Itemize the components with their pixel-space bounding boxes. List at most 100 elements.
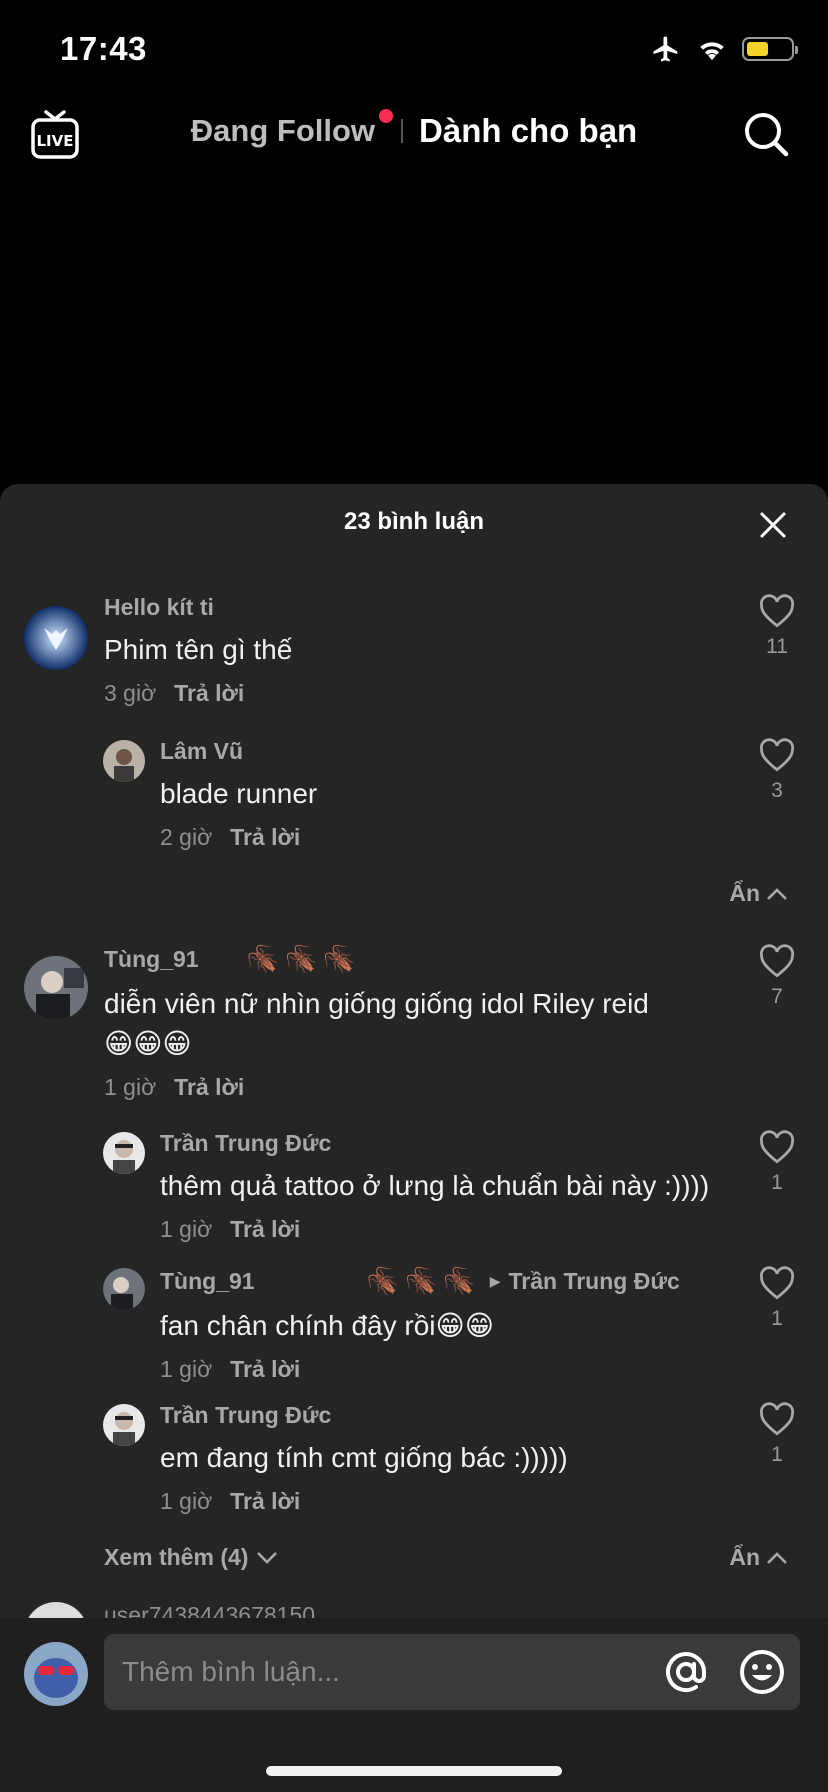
like-count: 1	[771, 1443, 783, 1466]
comment-input-bar: Thêm bình luận...	[0, 1618, 828, 1792]
battery-icon	[742, 37, 798, 61]
chevron-up-icon	[767, 887, 787, 900]
user-avatar[interactable]	[24, 1642, 88, 1706]
comment-username[interactable]: Hello kít ti	[104, 594, 292, 621]
comment-meta: 1 giờ Trả lời	[160, 1488, 568, 1515]
reply-button[interactable]: Trả lời	[174, 1074, 244, 1101]
view-more-label: Xem thêm (4)	[104, 1544, 249, 1570]
comment-body: Tùng_91 🪳🪳🪳 ▶ Trần Trung Đức fan chân ch…	[160, 1266, 680, 1383]
comment-meta: 1 giờ Trả lời	[160, 1356, 680, 1383]
comment-text: Phim tên gì thế	[104, 634, 293, 665]
comment-body: Trần Trung Đức em đang tính cmt giống bá…	[160, 1402, 568, 1515]
hide-label: Ẩn	[729, 1544, 760, 1570]
comment-time: 1 giờ	[160, 1488, 213, 1514]
avatar[interactable]	[103, 1268, 145, 1310]
badge-icons: 🪳🪳🪳	[366, 1266, 482, 1296]
comment-username-row: Tùng_91 🪳🪳🪳 ▶ Trần Trung Đức	[160, 1266, 680, 1297]
avatar[interactable]	[103, 1132, 145, 1174]
heart-icon	[759, 1402, 795, 1436]
like-count: 1	[771, 1171, 783, 1194]
status-icons	[650, 34, 798, 64]
comment-body: Trần Trung Đức thêm quả tattoo ở lưng là…	[160, 1130, 709, 1243]
comment-input[interactable]: Thêm bình luận...	[104, 1634, 800, 1710]
reply-button[interactable]: Trả lời	[230, 1488, 300, 1515]
comment-body: Lâm Vũ blade runner 2 giờ Trả lời	[160, 738, 317, 851]
avatar[interactable]	[103, 1404, 145, 1446]
status-bar: 17:43	[0, 0, 828, 100]
reply-arrow-icon: ▶	[489, 1273, 501, 1289]
comment-username[interactable]: Tùng_91	[160, 1268, 255, 1295]
like-button[interactable]: 11	[756, 594, 798, 659]
view-more-replies-button[interactable]: Xem thêm (4)	[104, 1544, 278, 1571]
badge-icons: 🪳🪳🪳	[246, 944, 362, 974]
comment-text: fan chân chính đây rồi😁😁	[160, 1310, 494, 1341]
chevron-up-icon	[767, 1551, 787, 1564]
emoji-icon[interactable]	[738, 1648, 786, 1696]
comment-count-title: 23 bình luận	[343, 508, 484, 535]
hide-replies-button[interactable]: Ẩn	[729, 880, 788, 907]
like-count: 1	[771, 1307, 783, 1330]
status-time: 17:43	[60, 30, 147, 67]
reply-button[interactable]: Trả lời	[174, 680, 244, 707]
avatar[interactable]	[103, 740, 145, 782]
like-count: 7	[771, 985, 783, 1008]
top-nav: LIVE Đang Follow Dành cho bạn	[0, 100, 828, 168]
chevron-down-icon	[257, 1551, 278, 1564]
comment-username-row: Tùng_91 🪳🪳🪳	[104, 944, 649, 975]
reply-button[interactable]: Trả lời	[230, 824, 300, 851]
tab-for-you[interactable]: Dành cho bạn	[419, 112, 637, 150]
heart-icon	[759, 738, 795, 772]
comment-username[interactable]: Lâm Vũ	[160, 738, 317, 765]
tab-divider	[401, 119, 404, 143]
avatar[interactable]	[24, 606, 88, 670]
reply-to-username[interactable]: Trần Trung Đức	[508, 1268, 679, 1295]
feed-tabs: Đang Follow Dành cho bạn	[0, 109, 828, 150]
avatar[interactable]	[24, 956, 88, 1020]
like-button[interactable]: 1	[756, 1402, 798, 1467]
comment-body: Hello kít ti Phim tên gì thế 3 giờ Trả l…	[104, 594, 292, 707]
heart-icon	[759, 944, 795, 978]
comment-text: thêm quả tattoo ở lưng là chuẩn bài này …	[160, 1170, 710, 1201]
comment-text: diễn viên nữ nhìn giống giống idol Riley…	[104, 984, 649, 1064]
hide-replies-button[interactable]: Ẩn	[729, 1544, 788, 1571]
wifi-icon	[700, 42, 724, 61]
comment-meta: 2 giờ Trả lời	[160, 824, 317, 851]
airplane-icon	[653, 36, 678, 62]
close-icon[interactable]	[758, 510, 788, 540]
comment-input-placeholder: Thêm bình luận...	[122, 1656, 340, 1687]
comment-time: 1 giờ	[104, 1074, 157, 1100]
like-count: 11	[766, 635, 788, 658]
home-indicator	[266, 1766, 562, 1776]
heart-icon	[759, 1266, 795, 1300]
comment-text: em đang tính cmt giống bác :)))))	[160, 1442, 568, 1473]
mention-icon[interactable]	[662, 1648, 710, 1696]
tab-following[interactable]: Đang Follow	[190, 109, 394, 149]
like-button[interactable]: 1	[756, 1266, 798, 1331]
comment-time: 2 giờ	[160, 824, 213, 850]
comment-meta: 1 giờ Trả lời	[104, 1074, 649, 1101]
comment-time: 1 giờ	[160, 1216, 213, 1242]
comment-text-line: diễn viên nữ nhìn giống giống idol Riley…	[104, 988, 649, 1019]
like-button[interactable]: 1	[756, 1130, 798, 1195]
like-button[interactable]: 7	[756, 944, 798, 1009]
comment-text: blade runner	[160, 778, 318, 809]
heart-icon	[759, 594, 795, 628]
heart-icon	[759, 1130, 795, 1164]
search-icon[interactable]	[742, 110, 790, 158]
like-button[interactable]: 3	[756, 738, 798, 803]
like-count: 3	[771, 779, 783, 802]
comment-meta: 3 giờ Trả lời	[104, 680, 292, 707]
comment-meta: 1 giờ Trả lời	[160, 1216, 709, 1243]
comment-time: 3 giờ	[104, 680, 157, 706]
comment-body: Tùng_91 🪳🪳🪳 diễn viên nữ nhìn giống giốn…	[104, 944, 649, 1101]
reply-button[interactable]: Trả lời	[230, 1356, 300, 1383]
comment-username[interactable]: Trần Trung Đức	[160, 1130, 709, 1157]
comment-username[interactable]: Trần Trung Đức	[160, 1402, 568, 1429]
comments-sheet: 23 bình luận Hello kít ti Phim tên gì th…	[0, 484, 828, 1792]
comment-time: 1 giờ	[160, 1356, 213, 1382]
notification-dot	[379, 109, 394, 123]
tab-following-label: Đang Follow	[190, 113, 376, 148]
reply-button[interactable]: Trả lời	[230, 1216, 300, 1243]
hide-label: Ẩn	[729, 880, 760, 906]
comment-username[interactable]: Tùng_91	[104, 946, 199, 973]
